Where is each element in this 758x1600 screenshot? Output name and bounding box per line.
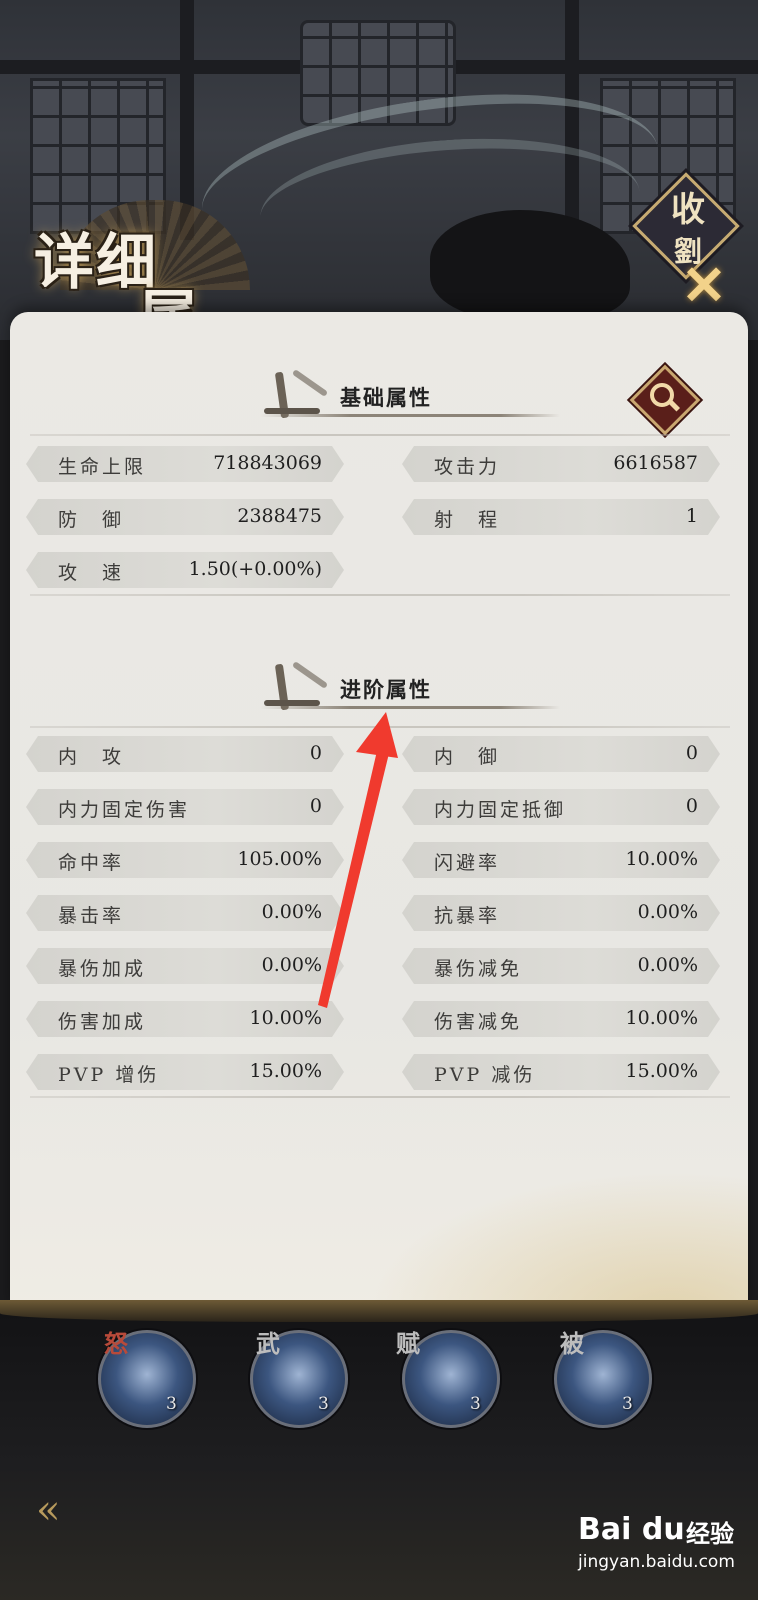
skill-level: 3	[318, 1394, 329, 1414]
stat-label: 攻 速	[58, 562, 125, 584]
stat-value: 0.00%	[261, 901, 322, 923]
watermark-brand: Bai du	[578, 1512, 685, 1547]
divider	[30, 434, 730, 436]
stat-value: 10.00%	[625, 1007, 698, 1029]
stat-label: 射 程	[434, 509, 501, 531]
watermark-brand-cn: 经验	[686, 1520, 734, 1548]
close-button[interactable]: 收 劉 ✕	[632, 172, 740, 317]
close-label-1: 收	[671, 190, 705, 230]
stat-row-defense: 防 御 2388475	[26, 499, 344, 535]
stat-row-internal-fixed-damage: 内力固定伤害 0	[26, 789, 344, 825]
search-button[interactable]	[629, 364, 701, 436]
stat-row-attack-speed: 攻 速 1.50(+0.00%)	[26, 552, 344, 588]
stat-row-max-hp: 生命上限 718843069	[26, 446, 344, 482]
stat-label: 伤害减免	[434, 1011, 523, 1033]
skill-tag: 赋	[396, 1329, 420, 1358]
skill-tag: 武	[256, 1329, 280, 1358]
section-header-basic: 基础属性	[250, 369, 570, 430]
stat-value: 0.00%	[637, 954, 698, 976]
stat-label: 暴击率	[58, 905, 125, 927]
stat-value: 718843069	[213, 452, 322, 474]
stat-row-internal-fixed-resist: 内力固定抵御 0	[402, 789, 720, 825]
skill-tag: 被	[560, 1329, 584, 1358]
stat-value: 0	[309, 742, 322, 764]
stat-value: 0.00%	[261, 954, 322, 976]
stat-value: 0	[685, 742, 698, 764]
stat-label: 暴伤减免	[434, 958, 523, 980]
skill-level: 3	[470, 1394, 481, 1414]
close-icon: ✕	[681, 253, 727, 317]
stat-label: 内 攻	[58, 746, 125, 768]
skill-level: 3	[622, 1394, 633, 1414]
stat-label: 内 御	[434, 746, 501, 768]
stat-row-crit-damage-reduction: 暴伤减免 0.00%	[402, 948, 720, 984]
stat-row-hit-rate: 命中率 105.00%	[26, 842, 344, 878]
stat-label: 暴伤加成	[58, 958, 147, 980]
stat-row-dodge-rate: 闪避率 10.00%	[402, 842, 720, 878]
stat-value: 1	[685, 505, 698, 527]
stat-value: 15.00%	[249, 1060, 322, 1082]
stat-label: 生命上限	[58, 456, 147, 478]
watermark: Bai du 经验 jingyan.baidu.com	[578, 1512, 748, 1582]
stat-label: 抗暴率	[434, 905, 501, 927]
stat-value: 1.50(+0.00%)	[188, 558, 322, 580]
stat-label: 攻击力	[434, 456, 501, 478]
stat-label: 内力固定抵御	[434, 799, 567, 821]
stat-row-attack: 攻击力 6616587	[402, 446, 720, 482]
stat-value: 0	[309, 795, 322, 817]
section-header-advanced: 进阶属性	[250, 661, 570, 722]
scroll-edge	[0, 1300, 758, 1322]
stat-row-pvp-damage-reduction: PVP 减伤 15.00%	[402, 1054, 720, 1090]
stat-label: 防 御	[58, 509, 125, 531]
section-title-advanced: 进阶属性	[340, 677, 432, 702]
stat-value: 15.00%	[625, 1060, 698, 1082]
divider	[30, 1096, 730, 1098]
divider	[30, 594, 730, 596]
stat-value: 2388475	[237, 505, 322, 527]
stat-label: PVP 减伤	[434, 1064, 536, 1086]
gold-decoration	[368, 1172, 748, 1312]
stat-row-pvp-damage-increase: PVP 增伤 15.00%	[26, 1054, 344, 1090]
stat-row-damage-bonus: 伤害加成 10.00%	[26, 1001, 344, 1037]
stat-label: PVP 增伤	[58, 1064, 160, 1086]
divider	[30, 726, 730, 728]
skill-slot-3[interactable]: 赋 3	[396, 1329, 502, 1430]
stat-value: 6616587	[613, 452, 698, 474]
stat-label: 命中率	[58, 852, 125, 874]
stat-row-crit-resist: 抗暴率 0.00%	[402, 895, 720, 931]
stat-row-internal-attack: 内 攻 0	[26, 736, 344, 772]
stat-value: 0	[685, 795, 698, 817]
watermark-site: jingyan.baidu.com	[578, 1552, 735, 1572]
stat-value: 0.00%	[637, 901, 698, 923]
skill-level: 3	[166, 1394, 177, 1414]
skill-slot-4[interactable]: 被 3	[554, 1329, 654, 1430]
stat-label: 伤害加成	[58, 1011, 147, 1033]
skill-slot-1[interactable]: 怒 3	[98, 1329, 198, 1430]
stat-label: 闪避率	[434, 852, 501, 874]
stat-row-damage-reduction: 伤害减免 10.00%	[402, 1001, 720, 1037]
stat-row-crit-rate: 暴击率 0.00%	[26, 895, 344, 931]
stat-value: 105.00%	[237, 848, 322, 870]
stat-row-crit-damage-bonus: 暴伤加成 0.00%	[26, 948, 344, 984]
stat-row-range: 射 程 1	[402, 499, 720, 535]
section-title-basic: 基础属性	[340, 385, 432, 410]
attributes-panel: 基础属性 生命上限 718843069 防 御 2388475 攻 速 1.50…	[10, 312, 748, 1312]
stat-value: 10.00%	[625, 848, 698, 870]
stat-value: 10.00%	[249, 1007, 322, 1029]
back-arrow-icon[interactable]: «	[36, 1490, 96, 1530]
stat-row-internal-defense: 内 御 0	[402, 736, 720, 772]
stat-label: 内力固定伤害	[58, 799, 191, 821]
skill-tag: 怒	[104, 1329, 128, 1358]
skill-slot-2[interactable]: 武 3	[250, 1329, 350, 1430]
